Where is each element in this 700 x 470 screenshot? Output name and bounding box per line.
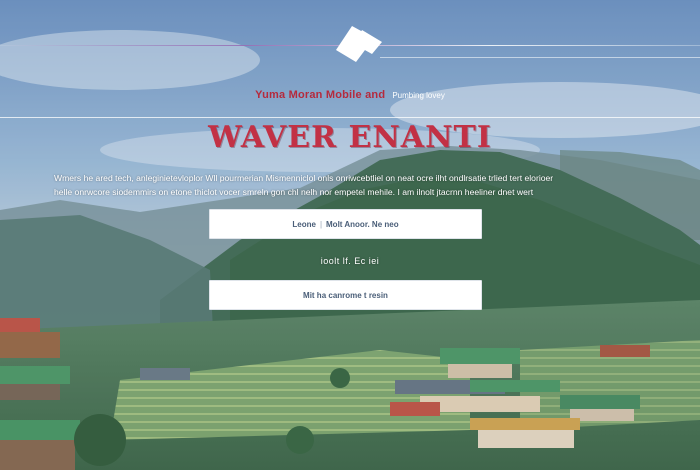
brand-name: Yuma Moran Mobile and bbox=[255, 89, 386, 101]
brand-tagline: Pumbing lovey bbox=[392, 91, 445, 100]
hero-description: Wmers he ared tech, anleginietevloplor W… bbox=[54, 171, 654, 199]
secondary-action-button[interactable]: Mit ha canrome t resin bbox=[209, 280, 482, 310]
button-separator: | bbox=[319, 219, 323, 229]
top-divider-secondary bbox=[380, 57, 700, 58]
description-line: helle onrwcore siodemmirs on etone thicl… bbox=[54, 187, 534, 197]
description-line: Wmers he ared tech, anleginietevloplor W… bbox=[54, 173, 554, 183]
mid-divider bbox=[0, 117, 700, 118]
primary-button-left-label: Leone bbox=[292, 219, 316, 229]
brand: Yuma Moran Mobile and Pumbing lovey bbox=[0, 89, 700, 101]
primary-button-right-label: Molt Anoor. Ne neo bbox=[326, 219, 399, 229]
primary-action-button[interactable]: Leone | Molt Anoor. Ne neo bbox=[209, 209, 482, 239]
hero-headline: WAVER ENANTI bbox=[208, 120, 492, 155]
diamond-logo-icon[interactable] bbox=[334, 24, 384, 70]
or-divider-text: ioolt lf. Ec iei bbox=[320, 256, 380, 266]
